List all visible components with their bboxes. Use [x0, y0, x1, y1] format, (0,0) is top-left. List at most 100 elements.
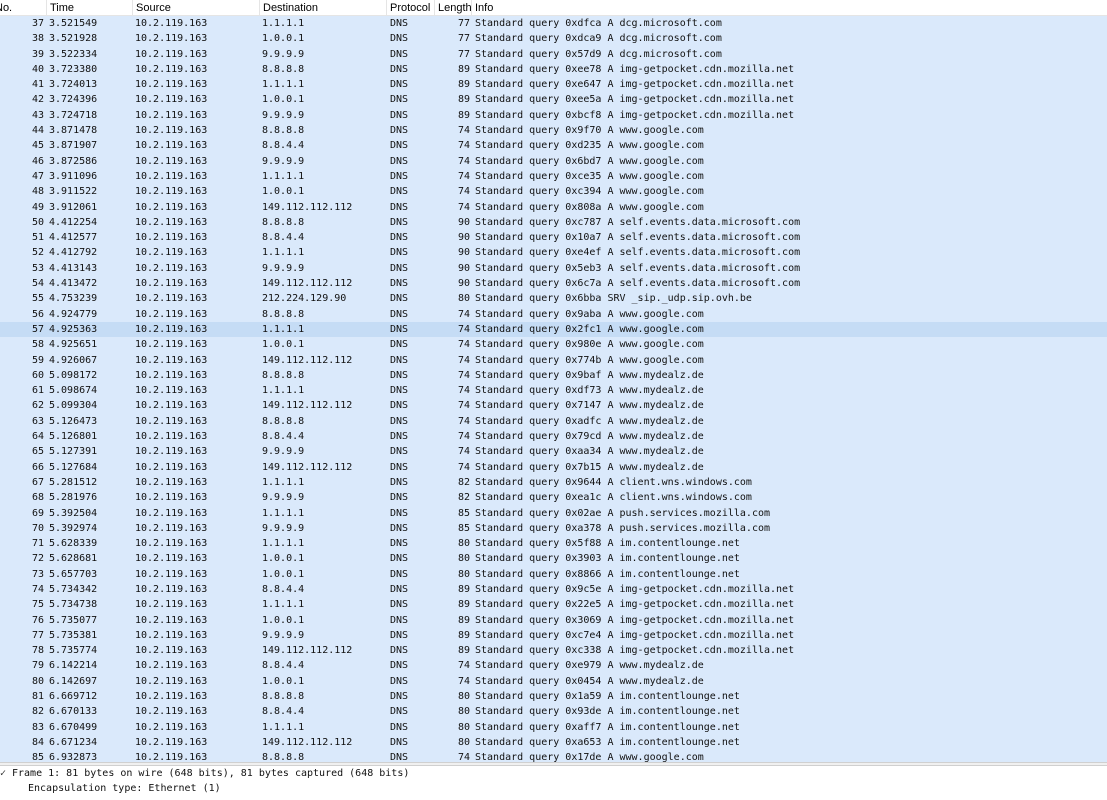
packet-destination-cell: 1.0.0.1	[262, 33, 305, 45]
packet-row[interactable]: 83 6.670499 10.2.119.163 1.1.1.1 DNS 80 Standa…	[0, 719, 1107, 735]
packet-length-cell: 74	[457, 752, 470, 762]
packet-protocol-cell: DNS	[390, 553, 409, 565]
packet-protocol-cell: DNS	[390, 400, 409, 412]
packet-protocol-cell: DNS	[390, 645, 409, 657]
packet-row[interactable]: 56 4.924779 10.2.119.163 8.8.8.8 DNS 74 Standa…	[0, 306, 1107, 322]
packet-row[interactable]: 82 6.670133 10.2.119.163 8.8.4.4 DNS 80 Standa…	[0, 704, 1107, 720]
packet-time-cell: 5.099304	[49, 400, 98, 412]
packet-source-cell: 10.2.119.163	[135, 645, 208, 657]
packet-row[interactable]: 57 4.925363 10.2.119.163 1.1.1.1 DNS 74 Standa…	[0, 321, 1107, 338]
packet-row[interactable]: 46 3.872586 10.2.119.163 9.9.9.9 DNS 74 Standa…	[0, 153, 1107, 169]
packet-row[interactable]: 85 6.932873 10.2.119.163 8.8.8.8 DNS 74 Standa…	[0, 750, 1107, 762]
packet-details-pane[interactable]: ✓ Frame 1: 81 bytes on wire (648 bits), …	[0, 766, 1107, 800]
packet-row[interactable]: 51 4.412577 10.2.119.163 8.8.4.4 DNS 90 Standa…	[0, 230, 1107, 246]
packet-row[interactable]: 53 4.413143 10.2.119.163 9.9.9.9 DNS 90 Standa…	[0, 260, 1107, 277]
packet-source-cell: 10.2.119.163	[135, 354, 208, 366]
packet-row[interactable]: 50 4.412254 10.2.119.163 8.8.8.8 DNS 90 Standa…	[0, 214, 1107, 231]
packet-source-cell: 10.2.119.163	[135, 752, 208, 762]
packet-row[interactable]: 44 3.871478 10.2.119.163 8.8.8.8 DNS 74 Standa…	[0, 123, 1107, 139]
detail-encapsulation-row[interactable]: Encapsulation type: Ethernet (1)	[0, 781, 1107, 796]
packet-row[interactable]: 42 3.724396 10.2.119.163 1.0.0.1 DNS 89 Standa…	[0, 92, 1107, 108]
column-header-no[interactable]: No.	[0, 0, 47, 16]
packet-destination-cell: 1.1.1.1	[262, 721, 305, 733]
packet-row[interactable]: 68 5.281976 10.2.119.163 9.9.9.9 DNS 82 Standa…	[0, 490, 1107, 506]
packet-no-cell: 67	[31, 476, 44, 488]
packet-length-cell: 74	[457, 660, 470, 672]
packet-row[interactable]: 65 5.127391 10.2.119.163 9.9.9.9 DNS 74 Standa…	[0, 444, 1107, 460]
packet-row[interactable]: 43 3.724718 10.2.119.163 9.9.9.9 DNS 89 Standa…	[0, 107, 1107, 124]
packet-row[interactable]: 67 5.281512 10.2.119.163 1.1.1.1 DNS 82 Standa…	[0, 474, 1107, 491]
packet-row[interactable]: 70 5.392974 10.2.119.163 9.9.9.9 DNS 85 Standa…	[0, 520, 1107, 537]
column-header-source[interactable]: Source	[133, 0, 260, 16]
packet-length-cell: 82	[457, 492, 470, 504]
column-header-length[interactable]: Length	[435, 0, 472, 16]
packet-row[interactable]: 77 5.735381 10.2.119.163 9.9.9.9 DNS 89 Standa…	[0, 627, 1107, 644]
packet-info-cell: Standard query 0xdfca A dcg.microsoft.co…	[475, 18, 722, 29]
packet-row[interactable]: 54 4.413472 10.2.119.163 149.112.112.112 DNS…	[0, 276, 1107, 292]
packet-time-cell: 5.126473	[49, 415, 98, 427]
detail-frame-row[interactable]: ✓ Frame 1: 81 bytes on wire (648 bits), …	[0, 766, 1107, 781]
packet-destination-cell: 9.9.9.9	[262, 262, 305, 274]
packet-row[interactable]: 74 5.734342 10.2.119.163 8.8.4.4 DNS 89 Standa…	[0, 581, 1107, 598]
packet-row[interactable]: 49 3.912061 10.2.119.163 149.112.112.112 DNS…	[0, 199, 1107, 215]
packet-source-cell: 10.2.119.163	[135, 400, 208, 412]
packet-row[interactable]: 84 6.671234 10.2.119.163 149.112.112.112 DNS…	[0, 734, 1107, 751]
packet-row[interactable]: 80 6.142697 10.2.119.163 1.0.0.1 DNS 74 Standa…	[0, 673, 1107, 690]
packet-destination-cell: 149.112.112.112	[262, 400, 353, 412]
packet-row[interactable]: 37 3.521549 10.2.119.163 1.1.1.1 DNS 77 Standa…	[0, 16, 1107, 32]
packet-row[interactable]: 73 5.657703 10.2.119.163 1.0.0.1 DNS 80 Standa…	[0, 566, 1107, 582]
packet-row[interactable]: 63 5.126473 10.2.119.163 8.8.8.8 DNS 74 Standa…	[0, 413, 1107, 430]
packet-row[interactable]: 45 3.871907 10.2.119.163 8.8.4.4 DNS 74 Standa…	[0, 138, 1107, 154]
packet-destination-cell: 1.1.1.1	[262, 247, 305, 259]
packet-source-cell: 10.2.119.163	[135, 201, 208, 213]
packet-no-cell: 61	[31, 385, 44, 397]
packet-row[interactable]: 47 3.911096 10.2.119.163 1.1.1.1 DNS 74 Standa…	[0, 168, 1107, 185]
packet-row[interactable]: 71 5.628339 10.2.119.163 1.1.1.1 DNS 80 Standa…	[0, 536, 1107, 552]
packet-row[interactable]: 60 5.098172 10.2.119.163 8.8.8.8 DNS 74 Standa…	[0, 367, 1107, 384]
packet-row[interactable]: 52 4.412792 10.2.119.163 1.1.1.1 DNS 90 Standa…	[0, 245, 1107, 261]
packet-row[interactable]: 55 4.753239 10.2.119.163 212.224.129.90 DNS 8…	[0, 291, 1107, 307]
packet-row[interactable]: 79 6.142214 10.2.119.163 8.8.4.4 DNS 74 Standa…	[0, 658, 1107, 674]
packet-row[interactable]: 61 5.098674 10.2.119.163 1.1.1.1 DNS 74 Standa…	[0, 383, 1107, 399]
packet-list[interactable]: 37 3.521549 10.2.119.163 1.1.1.1 DNS 77 Standa…	[0, 16, 1107, 762]
column-header-protocol[interactable]: Protocol	[387, 0, 435, 16]
packet-info-cell: Standard query 0x5eb3 A self.events.data…	[475, 262, 801, 274]
packet-row[interactable]: 38 3.521928 10.2.119.163 1.0.0.1 DNS 77 Standa…	[0, 31, 1107, 47]
packet-row[interactable]: 62 5.099304 10.2.119.163 149.112.112.112 DNS…	[0, 398, 1107, 414]
packet-row[interactable]: 41 3.724013 10.2.119.163 1.1.1.1 DNS 89 Standa…	[0, 77, 1107, 93]
packet-row[interactable]: 75 5.734738 10.2.119.163 1.1.1.1 DNS 89 Standa…	[0, 597, 1107, 613]
column-header-info[interactable]: Info	[472, 0, 1107, 16]
packet-time-cell: 5.735774	[49, 645, 98, 657]
packet-time-cell: 4.412254	[49, 216, 98, 228]
packet-row[interactable]: 69 5.392504 10.2.119.163 1.1.1.1 DNS 85 Standa…	[0, 505, 1107, 521]
packet-row[interactable]: 39 3.522334 10.2.119.163 9.9.9.9 DNS 77 Standa…	[0, 46, 1107, 62]
packet-source-cell: 10.2.119.163	[135, 431, 208, 443]
packet-destination-cell: 1.0.0.1	[262, 614, 305, 626]
packet-row[interactable]: 66 5.127684 10.2.119.163 149.112.112.112 DNS…	[0, 459, 1107, 475]
packet-row[interactable]: 72 5.628681 10.2.119.163 1.0.0.1 DNS 80 Standa…	[0, 551, 1107, 567]
packet-time-cell: 3.872586	[49, 155, 98, 167]
packet-row[interactable]: 78 5.735774 10.2.119.163 149.112.112.112 DNS…	[0, 643, 1107, 659]
chevron-down-icon[interactable]: ✓	[0, 766, 10, 781]
packet-row[interactable]: 58 4.925651 10.2.119.163 1.0.0.1 DNS 74 Standa…	[0, 337, 1107, 353]
packet-row[interactable]: 76 5.735077 10.2.119.163 1.0.0.1 DNS 89 Standa…	[0, 612, 1107, 628]
column-header-time[interactable]: Time	[47, 0, 133, 16]
packet-no-cell: 45	[31, 140, 44, 152]
packet-source-cell: 10.2.119.163	[135, 79, 208, 91]
packet-info-cell: Standard query 0x9baf A www.mydealz.de	[475, 369, 704, 381]
packet-info-cell: Standard query 0xa378 A push.services.mo…	[475, 522, 771, 534]
packet-protocol-cell: DNS	[390, 629, 409, 641]
packet-no-cell: 71	[31, 538, 44, 550]
packet-row[interactable]: 48 3.911522 10.2.119.163 1.0.0.1 DNS 74 Standa…	[0, 184, 1107, 200]
packet-row[interactable]: 64 5.126801 10.2.119.163 8.8.4.4 DNS 74 Standa…	[0, 429, 1107, 445]
column-header-destination[interactable]: Destination	[260, 0, 387, 16]
packet-row[interactable]: 40 3.723380 10.2.119.163 8.8.8.8 DNS 89 Standa…	[0, 61, 1107, 78]
packet-destination-cell: 8.8.4.4	[262, 583, 305, 595]
packet-no-cell: 69	[31, 507, 44, 519]
packet-source-cell: 10.2.119.163	[135, 415, 208, 427]
packet-no-cell: 83	[31, 721, 44, 733]
packet-no-cell: 53	[31, 262, 44, 274]
packet-row[interactable]: 59 4.926067 10.2.119.163 149.112.112.112 DNS…	[0, 352, 1107, 368]
packet-row[interactable]: 81 6.669712 10.2.119.163 8.8.8.8 DNS 80 Standa…	[0, 689, 1107, 705]
packet-info-cell: Standard query 0xc7e4 A img-getpocket.cd…	[475, 629, 795, 641]
